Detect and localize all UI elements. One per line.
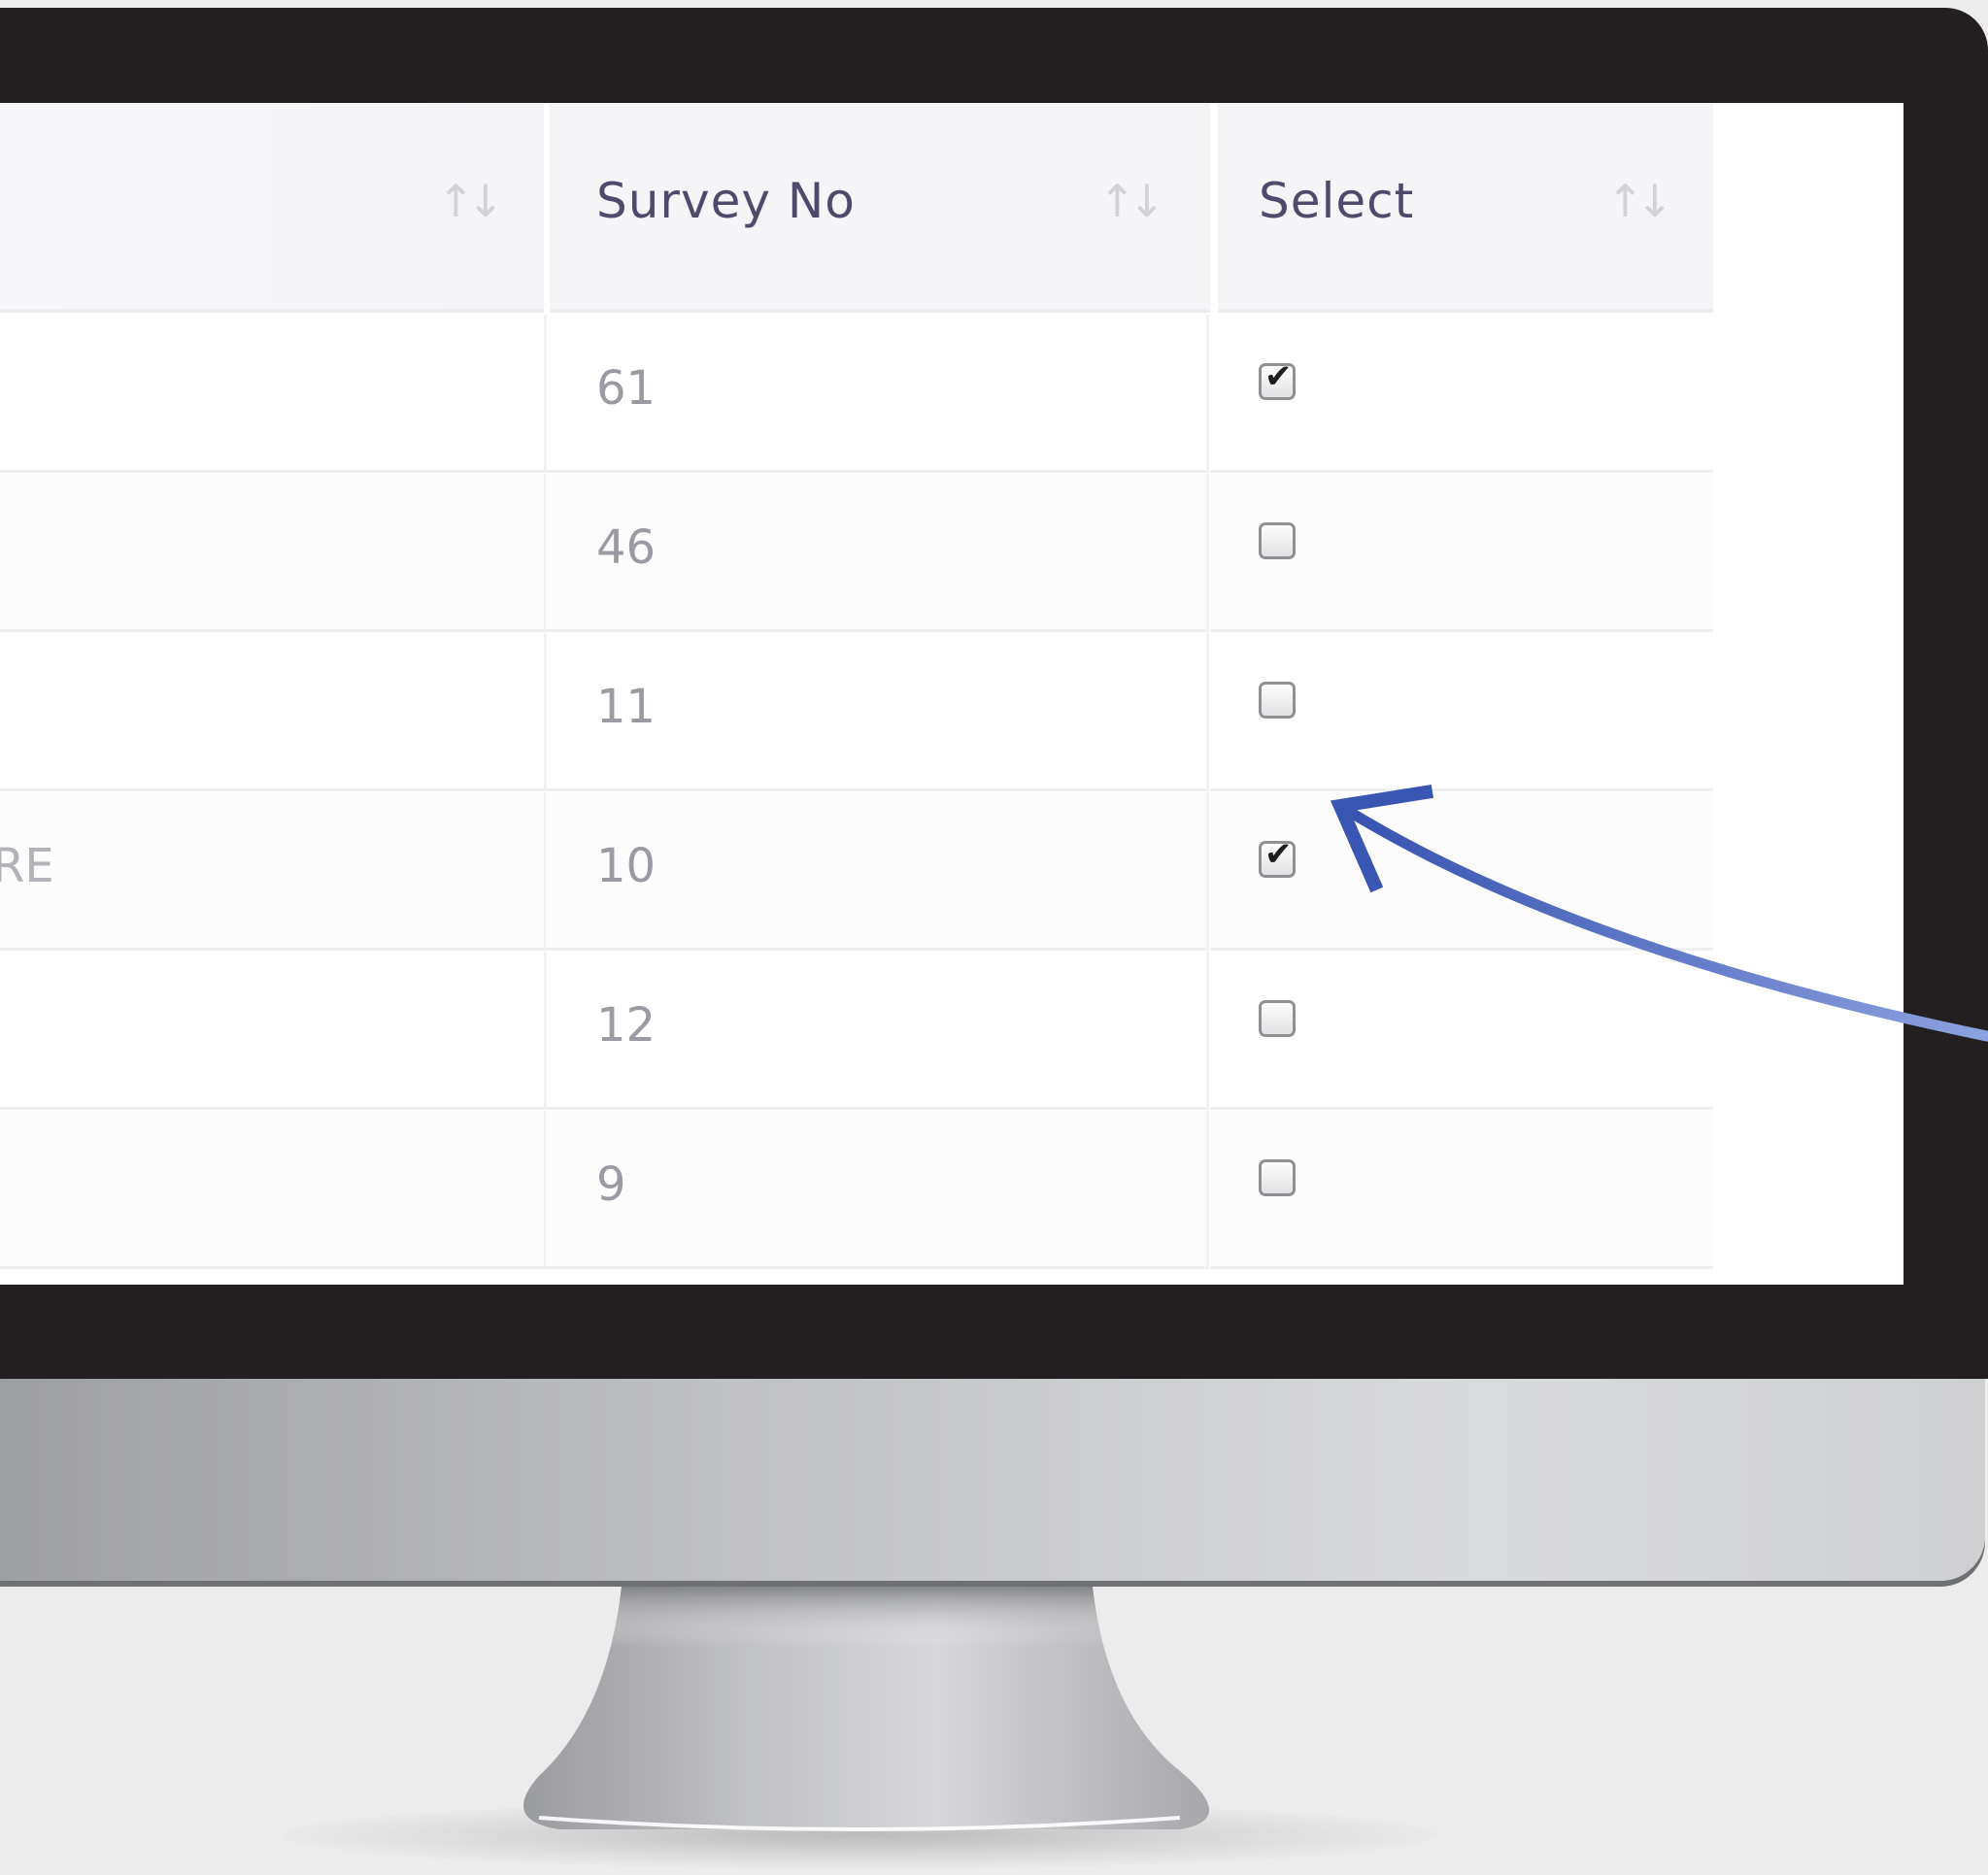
survey-no-value: 10: [596, 839, 657, 893]
survey-no-cell: 61: [546, 315, 1209, 473]
select-cell: [1210, 1111, 1713, 1269]
monitor-chin: [0, 1379, 1985, 1581]
select-checkbox[interactable]: [1259, 1000, 1296, 1037]
survey-no-value: 61: [596, 361, 657, 416]
table-row: 11: [0, 633, 1713, 792]
sort-icon[interactable]: ↑↓: [437, 175, 504, 227]
table-header: ↑↓ Survey No ↑↓ Select ↑↓: [0, 103, 1713, 315]
survey-no-cell: 9: [546, 1111, 1209, 1269]
survey-table: ↑↓ Survey No ↑↓ Select ↑↓ 61 ✔ 46 11 RE 10 ✔ 12…: [0, 103, 1713, 1285]
monitor-screen: ↑↓ Survey No ↑↓ Select ↑↓ 61 ✔ 46 11 RE 10 ✔ 12…: [0, 103, 1904, 1285]
checkmark-icon: ✔: [1264, 835, 1293, 874]
select-checkbox[interactable]: ✔: [1259, 357, 1296, 400]
monitor-stand: [523, 1587, 1209, 1831]
table-row: RE 10 ✔: [0, 792, 1713, 952]
survey-no-cell: 46: [546, 474, 1209, 632]
survey-no-cell: 12: [546, 952, 1209, 1110]
select-cell: [1210, 474, 1713, 632]
table-cell: RE: [0, 792, 547, 951]
select-checkbox[interactable]: [1259, 522, 1296, 559]
column-header-survey-no[interactable]: Survey No ↑↓: [550, 103, 1210, 313]
select-checkbox[interactable]: ✔: [1259, 835, 1296, 878]
column-header-select[interactable]: Select ↑↓: [1218, 103, 1713, 313]
select-checkbox[interactable]: [1259, 682, 1296, 719]
column-header-label: Select: [1259, 173, 1415, 229]
survey-no-value: 11: [596, 680, 657, 734]
cell-text: RE: [0, 839, 54, 893]
survey-no-value: 46: [596, 520, 657, 575]
table-row: 12: [0, 952, 1713, 1111]
column-header-1[interactable]: ↑↓: [0, 103, 544, 313]
table-cell: [0, 952, 547, 1110]
survey-no-cell: 11: [546, 633, 1209, 791]
survey-no-cell: 10: [546, 792, 1209, 951]
survey-no-value: 9: [596, 1157, 626, 1212]
select-cell: [1210, 633, 1713, 791]
table-cell: [0, 1111, 547, 1269]
table-row: 46: [0, 474, 1713, 633]
sort-icon[interactable]: ↑↓: [1606, 175, 1673, 227]
survey-no-value: 12: [596, 998, 657, 1053]
sort-icon[interactable]: ↑↓: [1098, 175, 1165, 227]
column-header-label: Survey No: [596, 173, 856, 229]
table-row: 9: [0, 1111, 1713, 1270]
select-cell: ✔: [1210, 315, 1713, 473]
table-cell: [0, 474, 547, 632]
checkmark-icon: ✔: [1264, 357, 1293, 396]
table-row: 61 ✔: [0, 315, 1713, 474]
select-checkbox[interactable]: [1259, 1159, 1296, 1196]
select-cell: [1210, 952, 1713, 1110]
table-cell: [0, 633, 547, 791]
select-cell: ✔: [1210, 792, 1713, 951]
table-cell: [0, 315, 547, 473]
